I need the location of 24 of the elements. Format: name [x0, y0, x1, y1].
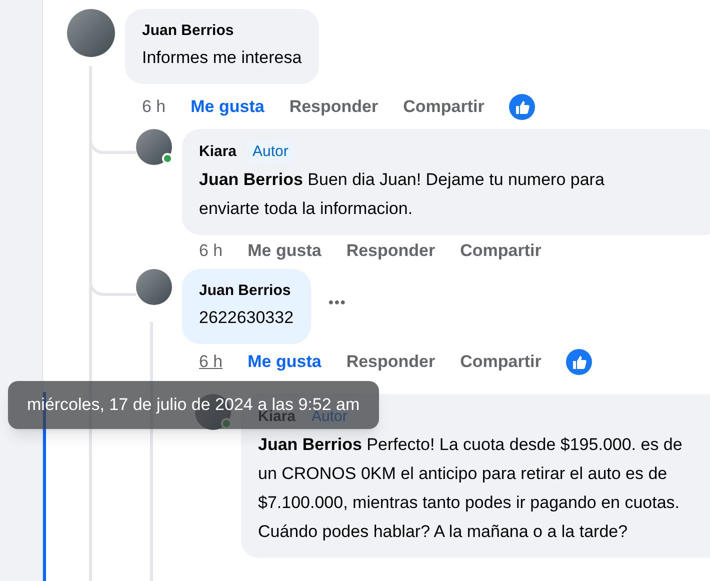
comment-text: 2622630332: [199, 307, 294, 329]
author-name[interactable]: Juan Berrios: [142, 21, 234, 41]
reply-button[interactable]: Responder: [289, 96, 378, 118]
like-button[interactable]: Me gusta: [248, 240, 322, 262]
author-name[interactable]: Kiara: [199, 142, 237, 162]
timestamp-link[interactable]: 6 h: [142, 96, 166, 118]
comment-text: Juan Berrios Perfecto! La cuota desde $195.000. es de un CRONOS 0KM el anticipo para retirar el auto es de $7.100.000, mientras tanto podes ir pagando en cuotas. Cuándo podes hablar? A la mañana o a la tarde?: [258, 434, 684, 543]
share-button[interactable]: Compartir: [403, 96, 484, 118]
more-options-icon[interactable]: •••: [328, 294, 346, 318]
author-name[interactable]: Juan Berrios: [199, 281, 291, 301]
avatar-photo-placeholder[interactable]: [136, 129, 172, 165]
like-button[interactable]: Me gusta: [190, 96, 264, 118]
avatar-photo-placeholder[interactable]: [67, 9, 115, 57]
reply-button[interactable]: Responder: [346, 351, 436, 373]
share-button[interactable]: Compartir: [460, 351, 542, 373]
timestamp-link[interactable]: 6 h: [199, 351, 223, 373]
author-badge: Autor: [246, 141, 294, 163]
comment-text: Informes me interesa: [142, 47, 302, 69]
avatar-photo-placeholder[interactable]: [136, 269, 172, 305]
timestamp-link[interactable]: 6 h: [199, 240, 223, 262]
comment-text: Juan Berrios Buen dia Juan! Dejame tu numero para enviarte toda la informacion.: [199, 169, 606, 220]
like-button[interactable]: Me gusta: [248, 351, 322, 373]
share-button[interactable]: Compartir: [460, 240, 542, 262]
reply-button[interactable]: Responder: [346, 240, 436, 262]
